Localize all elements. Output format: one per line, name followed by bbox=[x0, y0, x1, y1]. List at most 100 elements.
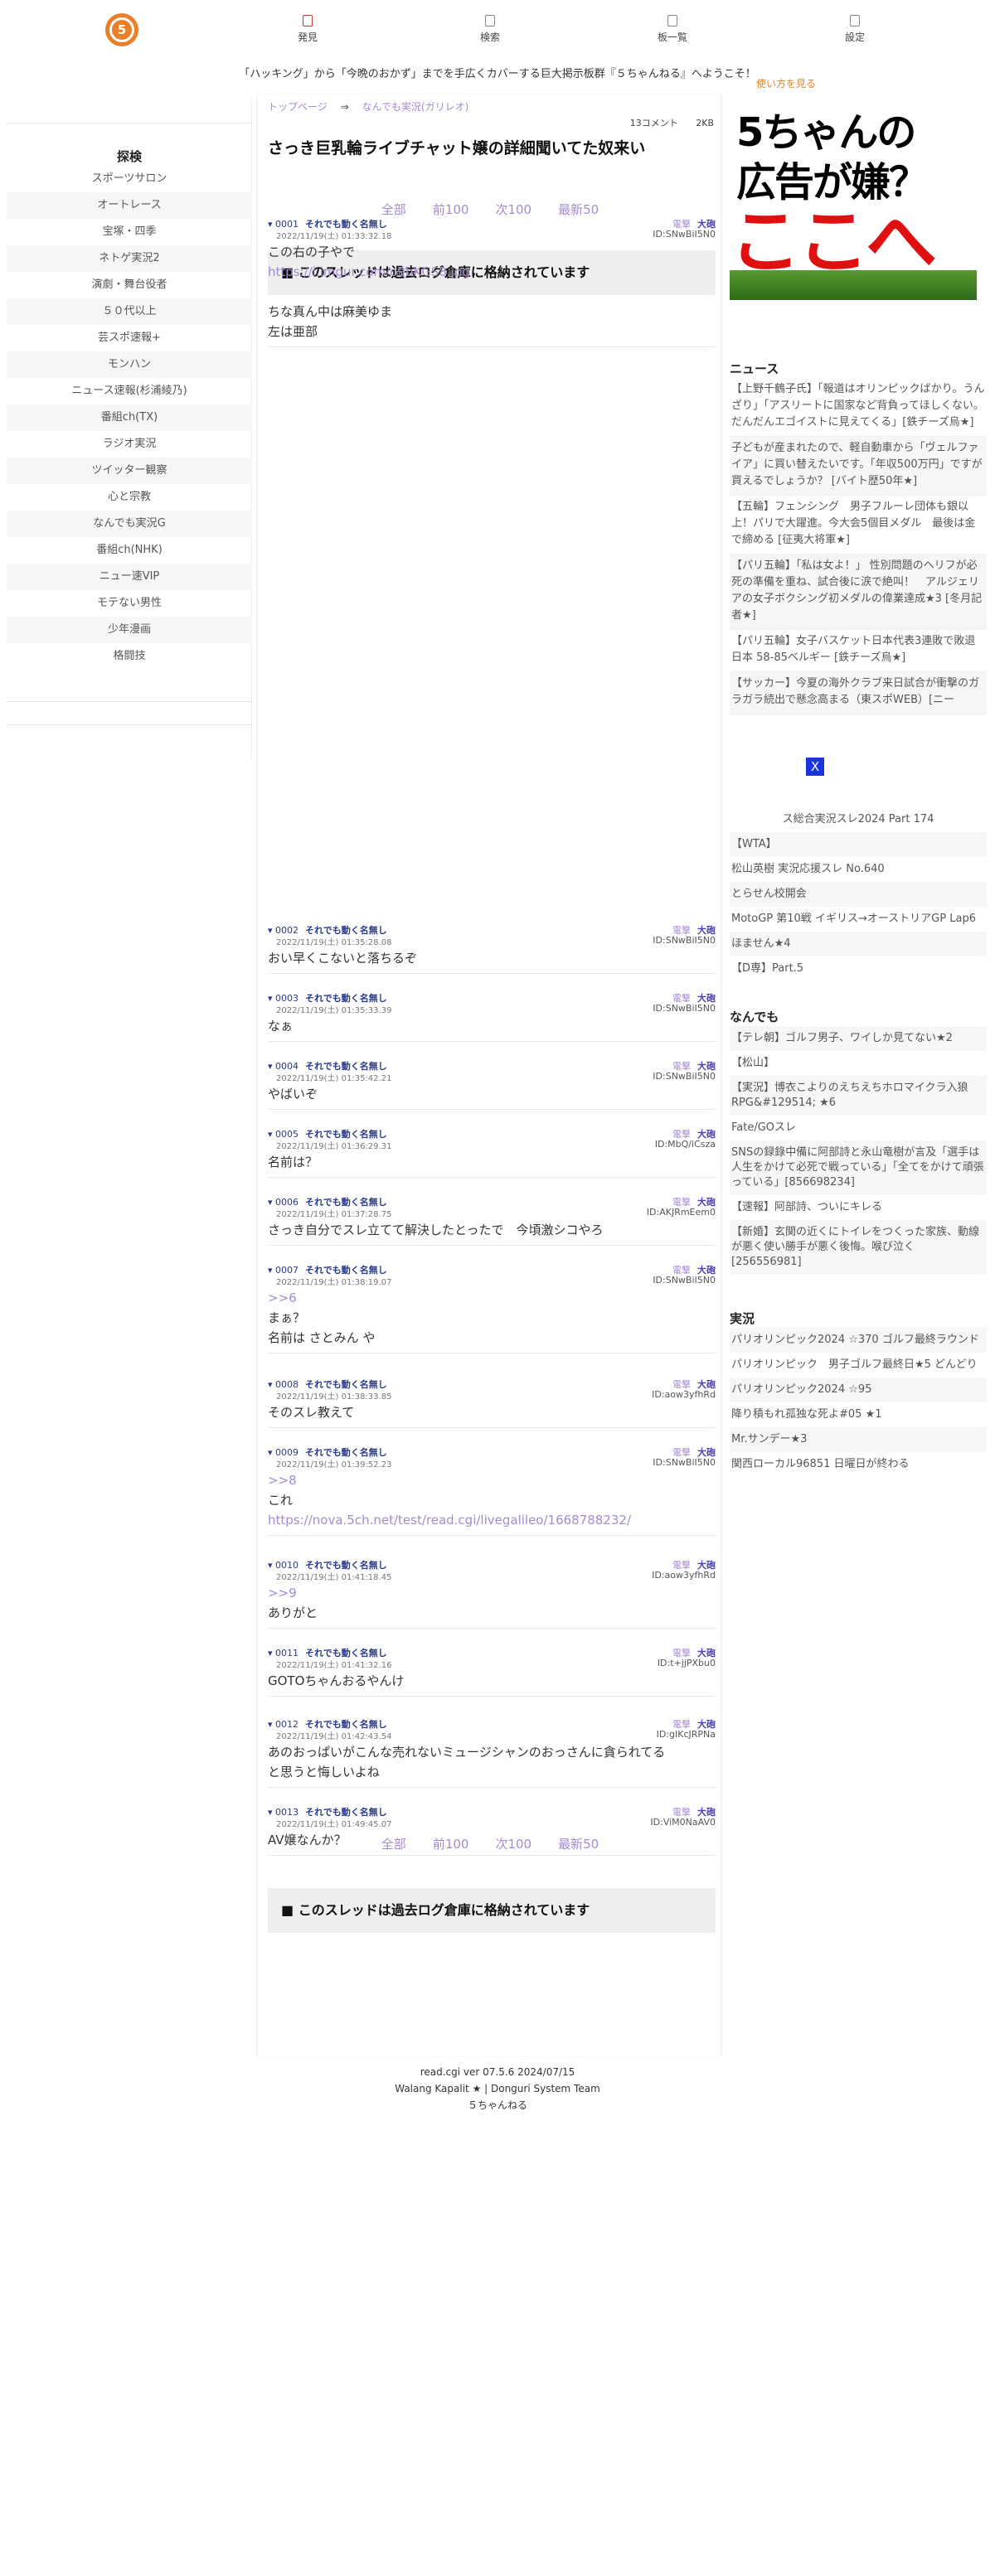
nav-search[interactable]: 検索 bbox=[457, 15, 523, 44]
list-item[interactable]: 【実況】博衣こよりのえちえちホロマイクラ入狼RPG&#129514; ★6 bbox=[730, 1076, 987, 1116]
sidebar-board-item[interactable]: モンハン bbox=[7, 351, 252, 378]
news-item[interactable]: 【パリ五輪】女子バスケット日本代表3連敗で敗退 日本 58-85ベルギー [鉄チ… bbox=[730, 630, 987, 672]
sidebar-board-item[interactable]: 芸スポ速報+ bbox=[7, 325, 252, 351]
pager-next[interactable]: 次100 bbox=[495, 202, 531, 217]
ad-line-2: 広告が嫌？ bbox=[736, 159, 929, 206]
list-item[interactable]: パリオリンピック 男子ゴルフ最終日★5 どんどり bbox=[730, 1353, 987, 1378]
news-item[interactable]: 【上野千鶴子氏】「報道はオリンピックばかり。うんざり」「アスリートに国家など背負… bbox=[730, 378, 987, 437]
nandemo-list: 【テレ朝】ゴルフ男子、ワイしか見てない★2 【松山】 【実況】博衣こよりのえちえちホ… bbox=[730, 1026, 987, 1275]
sidebar-board-item[interactable]: スポーツサロン bbox=[7, 166, 252, 192]
post-meta: 2022/11/19(土) 01:49:45.07 ID:ViM0NaAV0 bbox=[268, 1817, 716, 1829]
pager-all[interactable]: 全部 bbox=[381, 202, 406, 217]
list-item[interactable]: SNSの録錄中備に阿部詩と永山竜樹が言及「選手は人生をかけて必死で戦っている」「… bbox=[730, 1140, 987, 1195]
sidebar-board-item[interactable]: ネトゲ実況2 bbox=[7, 245, 252, 272]
sidebar-board-item[interactable]: オートレース bbox=[7, 192, 252, 219]
post-text: と思うと悔しいよね bbox=[268, 1765, 380, 1779]
pager-latest[interactable]: 最新50 bbox=[558, 202, 599, 217]
list-item[interactable]: 【松山】 bbox=[730, 1051, 987, 1076]
post-link[interactable]: https://nova.5ch.net/test/read.cgi/liveg… bbox=[268, 1510, 716, 1530]
pager-prev[interactable]: 前100 bbox=[433, 1837, 469, 1852]
list-item[interactable]: Fate/GOスレ bbox=[730, 1116, 987, 1140]
misc-list: ス総合実況スレ2024 Part 174 【WTA】 松山英樹 実況応援スレ No… bbox=[730, 807, 987, 981]
list-item[interactable]: ほません★4 bbox=[730, 932, 987, 956]
post: ▾ 0011 それでも動く名無し 電撃 大砲 2022/11/19(土) 01:41:3… bbox=[268, 1646, 716, 1697]
list-item[interactable]: パリオリンピック2024 ☆95 bbox=[730, 1378, 987, 1402]
list-item[interactable]: 関西ローカル96851 日曜日が終わる bbox=[730, 1452, 987, 1477]
post-id[interactable]: ID:SNwBiI5N0 bbox=[653, 1071, 716, 1082]
nav-settings[interactable]: 設定 bbox=[822, 15, 888, 44]
sidebar-board-item[interactable]: 格闘技 bbox=[7, 643, 252, 670]
sidebar-board-item[interactable]: 宝塚・四季 bbox=[7, 219, 252, 245]
ad-banner[interactable]: 5ちゃんの 広告が嫌？ ここへ bbox=[730, 94, 977, 300]
sidebar-board-item[interactable]: ５０代以上 bbox=[7, 298, 252, 325]
list-item[interactable]: MotoGP 第10戦 イギリス→オーストリアGP Lap6 bbox=[730, 907, 987, 932]
list-item[interactable]: 松山英樹 実況応援スレ No.640 bbox=[730, 857, 987, 882]
post-link[interactable]: https://i.imgur.com/o9bKGS8.jpg bbox=[268, 262, 716, 282]
post-header: ▾ 0013 それでも動く名無し 電撃 大砲 bbox=[268, 1805, 716, 1818]
post-id[interactable]: ID:aow3yfhRd bbox=[652, 1570, 716, 1581]
post: ▾ 0008 それでも動く名無し 電撃 大砲 2022/11/19(土) 01:38:3… bbox=[268, 1378, 716, 1428]
sidebar-board-item[interactable]: ニュース速報(杉浦綾乃) bbox=[7, 378, 252, 404]
post-link[interactable]: >>9 bbox=[268, 1583, 716, 1603]
sidebar-board-item[interactable]: モテない男性 bbox=[7, 590, 252, 617]
news-item[interactable]: 【サッカー】今夏の海外クラブ来日試合が衝撃のガラガラ続出で懸念高まる（東スポWE… bbox=[730, 672, 987, 714]
post-id[interactable]: ID:ViM0NaAV0 bbox=[650, 1817, 716, 1828]
post-text: 名前は？ bbox=[268, 1155, 318, 1169]
post-id[interactable]: ID:t+jjPXbu0 bbox=[658, 1658, 716, 1668]
list-item[interactable]: パリオリンピック2024 ☆370 ゴルフ最終ラウンド bbox=[730, 1328, 987, 1353]
sidebar-board-item[interactable]: なんでも実況G bbox=[7, 511, 252, 537]
post-id[interactable]: ID:aow3yfhRd bbox=[652, 1389, 716, 1400]
sidebar-board-item[interactable]: 演劇・舞台役者 bbox=[7, 272, 252, 298]
post-id[interactable]: ID:SNwBiI5N0 bbox=[653, 1457, 716, 1468]
post-id[interactable]: ID:AKJRmEem0 bbox=[647, 1207, 716, 1218]
list-item[interactable]: 【D専】Part.5 bbox=[730, 956, 987, 981]
post-body: >>6 まぁ？ 名前は さとみん や bbox=[268, 1288, 716, 1353]
pager-prev[interactable]: 前100 bbox=[433, 202, 469, 217]
news-item[interactable]: 【五輪】フェンシング 男子フルーレ団体も銀以上！パリで大躍進。今大会5個目メダル… bbox=[730, 496, 987, 554]
close-icon[interactable]: X bbox=[806, 758, 824, 776]
post-text: 左は亜部 bbox=[268, 324, 318, 339]
pager-all[interactable]: 全部 bbox=[381, 1837, 406, 1852]
post-id[interactable]: ID:SNwBiI5N0 bbox=[653, 1003, 716, 1014]
list-item[interactable]: とらせん校開会 bbox=[730, 882, 987, 907]
list-item[interactable]: Mr.サンデー★3 bbox=[730, 1427, 987, 1452]
post-header: ▾ 0012 それでも動く名無し 電撃 大砲 bbox=[268, 1717, 716, 1730]
sidebar-board-item[interactable]: 心と宗教 bbox=[7, 484, 252, 511]
sidebar-board-item[interactable]: ラジオ実況 bbox=[7, 431, 252, 458]
site-logo[interactable]: 5 bbox=[105, 13, 138, 46]
list-item[interactable]: 【WTA】 bbox=[730, 832, 987, 857]
sidebar-board-item[interactable]: 番組ch(TX) bbox=[7, 404, 252, 431]
news-item[interactable]: 子どもが産まれたので、軽自動車から「ヴェルファイア」に買い替えたいです。「年収5… bbox=[730, 437, 987, 496]
list-item[interactable]: ス総合実況スレ2024 Part 174 bbox=[730, 807, 987, 832]
nav-discover[interactable]: 発見 bbox=[274, 15, 341, 44]
post-header: ▾ 0005 それでも動く名無し 電撃 大砲 bbox=[268, 1127, 716, 1140]
sidebar-board-item[interactable]: ニュー速VIP bbox=[7, 564, 252, 590]
post-date: 2022/11/19(土) 01:36:29.31 bbox=[276, 1142, 392, 1151]
list-item[interactable]: 【速報】阿部詩、ついにキレる bbox=[730, 1195, 987, 1220]
news-item[interactable]: 【パリ五輪】「私は女よ！」 性別問題のヘリフが必死の準備を重ね、試合後に涙で絶叫… bbox=[730, 554, 987, 630]
sidebar-board-item[interactable]: 少年漫画 bbox=[7, 617, 252, 643]
post-body: >>9 ありがと bbox=[268, 1583, 716, 1628]
breadcrumb-board[interactable]: なんでも実況(ガリレオ) bbox=[362, 101, 468, 113]
pager-latest[interactable]: 最新50 bbox=[558, 1837, 599, 1852]
post-meta: 2022/11/19(土) 01:35:42.21 ID:SNwBiI5N0 bbox=[268, 1071, 716, 1083]
post-id[interactable]: ID:SNwBiI5N0 bbox=[653, 229, 716, 240]
sidebar-board-item[interactable]: ツイッター観察 bbox=[7, 458, 252, 484]
breadcrumb-top[interactable]: トップページ bbox=[268, 101, 328, 113]
list-item[interactable]: 【新婚】玄関の近くにトイレをつくった家族、動線が悪く使い勝手が悪く後悔。喉び泣く… bbox=[730, 1220, 987, 1275]
list-item[interactable]: 降り積もれ孤独な死よ#05 ★1 bbox=[730, 1402, 987, 1427]
post-text: まぁ？ bbox=[268, 1310, 306, 1325]
post-link[interactable]: >>8 bbox=[268, 1470, 716, 1490]
nav-board-list[interactable]: 板一覧 bbox=[639, 15, 706, 44]
sidebar-board-item[interactable]: 番組ch(NHK) bbox=[7, 537, 252, 564]
archived-notice: ■ このスレッドは過去ログ倉庫に格納されています bbox=[268, 1888, 716, 1933]
post-link[interactable]: >>6 bbox=[268, 1288, 716, 1308]
list-item[interactable]: 【テレ朝】ゴルフ男子、ワイしか見てない★2 bbox=[730, 1026, 987, 1051]
howto-link[interactable]: 使い方を見る bbox=[756, 76, 816, 90]
post-id[interactable]: ID:MbQ/iCsza bbox=[655, 1139, 716, 1150]
post-id[interactable]: ID:SNwBiI5N0 bbox=[653, 935, 716, 946]
post-id[interactable]: ID:SNwBiI5N0 bbox=[653, 1275, 716, 1286]
post: ▾ 0012 それでも動く名無し 電撃 大砲 2022/11/19(土) 01:42:4… bbox=[268, 1717, 716, 1788]
post-id[interactable]: ID:gIKcJRPNa bbox=[657, 1729, 716, 1740]
pager-next[interactable]: 次100 bbox=[495, 1837, 531, 1852]
